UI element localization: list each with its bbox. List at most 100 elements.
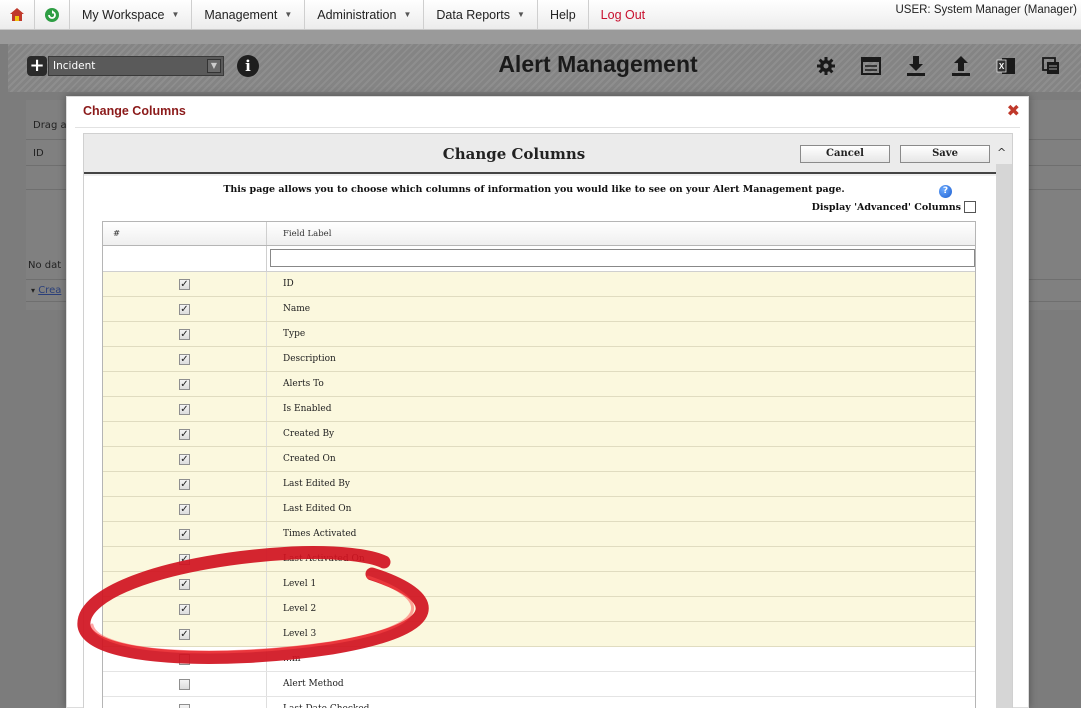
gear-icon[interactable]	[813, 53, 839, 79]
caret-down-icon: ▼	[171, 10, 180, 19]
header-number[interactable]: #	[103, 222, 267, 245]
row-checkbox-cell: ✓	[103, 522, 267, 546]
column-checkbox[interactable]: ✓	[179, 578, 190, 590]
column-label: Description	[283, 354, 336, 364]
column-checkbox[interactable]	[179, 678, 190, 690]
column-label: Alerts To	[283, 379, 324, 389]
column-checkbox[interactable]: ✓	[179, 428, 190, 440]
user-info: USER: System Manager (Manager)	[895, 4, 1077, 16]
grid-filter-row	[103, 246, 975, 272]
nav-data-reports[interactable]: Data Reports ▼	[424, 0, 538, 29]
field-label-filter[interactable]	[270, 249, 975, 267]
save-button[interactable]: Save	[900, 145, 990, 163]
column-row: …m	[103, 647, 975, 672]
row-checkbox-cell: ✓	[103, 597, 267, 621]
scrollbar[interactable]	[996, 164, 1012, 708]
column-checkbox[interactable]: ✓	[179, 403, 190, 415]
row-checkbox-cell	[103, 672, 267, 696]
dialog-title: Change Columns	[83, 104, 186, 118]
svg-text:X: X	[999, 62, 1005, 71]
row-checkbox-cell: ✓	[103, 572, 267, 596]
help-icon[interactable]: ?	[939, 185, 952, 198]
row-checkbox-cell: ✓	[103, 547, 267, 571]
change-columns-dialog: Change Columns ✖ Change Columns Cancel S…	[66, 96, 1029, 708]
column-checkbox[interactable]: ✓	[179, 378, 190, 390]
column-label: Created On	[283, 454, 336, 464]
column-checkbox[interactable]	[179, 703, 190, 708]
table-icon[interactable]	[858, 53, 884, 79]
cancel-button[interactable]: Cancel	[800, 145, 890, 163]
column-label: Level 1	[283, 579, 317, 589]
nav-help[interactable]: Help	[538, 0, 589, 29]
column-row: ✓ Last Edited On	[103, 497, 975, 522]
row-checkbox-cell: ✓	[103, 322, 267, 346]
column-checkbox[interactable]: ✓	[179, 603, 190, 615]
column-checkbox[interactable]: ✓	[179, 628, 190, 640]
column-label: Alert Method	[283, 679, 344, 689]
print-icon[interactable]	[1038, 53, 1064, 79]
refresh-icon[interactable]	[35, 0, 70, 29]
advanced-columns-checkbox[interactable]	[964, 201, 976, 213]
row-checkbox-cell: ✓	[103, 272, 267, 296]
row-checkbox-cell: ✓	[103, 347, 267, 371]
nav-logout[interactable]: Log Out	[589, 0, 657, 29]
row-checkbox-cell	[103, 647, 267, 671]
column-label: Last Activated On	[283, 554, 365, 564]
header-field-label[interactable]: Field Label	[267, 222, 331, 245]
column-label: ID	[283, 279, 294, 289]
frame-body: This page allows you to choose which col…	[84, 176, 996, 708]
column-checkbox[interactable]: ✓	[179, 303, 190, 315]
column-checkbox[interactable]: ✓	[179, 328, 190, 340]
row-checkbox-cell: ✓	[103, 447, 267, 471]
page-title: Alert Management	[498, 51, 698, 77]
column-checkbox[interactable]: ✓	[179, 503, 190, 515]
column-row: Last Date Checked	[103, 697, 975, 708]
column-row: ✓ ID	[103, 272, 975, 297]
row-checkbox-cell: ✓	[103, 422, 267, 446]
column-label: Type	[283, 329, 306, 339]
column-row: ✓ Alerts To	[103, 372, 975, 397]
create-link[interactable]: Crea	[38, 285, 61, 296]
nav-my-workspace[interactable]: My Workspace ▼	[70, 0, 193, 29]
close-icon[interactable]: ✖	[1007, 103, 1020, 119]
logout-label: Log Out	[600, 7, 646, 22]
column-row: Alert Method	[103, 672, 975, 697]
home-icon[interactable]	[0, 0, 35, 29]
column-checkbox[interactable]: ✓	[179, 553, 190, 565]
column-row: ✓ Created On	[103, 447, 975, 472]
excel-icon[interactable]: X	[993, 53, 1019, 79]
chevron-down-icon: ▼	[207, 59, 221, 73]
column-label: Level 2	[283, 604, 317, 614]
column-label: Last Edited By	[283, 479, 350, 489]
nav-administration[interactable]: Administration ▼	[305, 0, 425, 29]
column-label: Is Enabled	[283, 404, 332, 414]
column-row: ✓ Level 3	[103, 622, 975, 647]
info-icon[interactable]: i	[237, 55, 259, 77]
caret-down-icon: ▼	[284, 10, 293, 19]
column-row: ✓ Created By	[103, 422, 975, 447]
upload-icon[interactable]	[948, 53, 974, 79]
nav-management[interactable]: Management ▼	[192, 0, 306, 29]
column-row: ✓ Name	[103, 297, 975, 322]
column-row: ✓ Description	[103, 347, 975, 372]
column-checkbox[interactable]	[179, 653, 190, 665]
type-select[interactable]: Incident ▼	[48, 56, 224, 76]
column-checkbox[interactable]: ✓	[179, 353, 190, 365]
column-checkbox[interactable]: ✓	[179, 528, 190, 540]
column-row: ✓ Level 2	[103, 597, 975, 622]
grid-rows: ✓ ID ✓ Name ✓ Type ✓ Description ✓ Alerts To ✓ Is E…	[103, 272, 975, 708]
caret-down-icon: ▼	[517, 10, 525, 19]
column-checkbox[interactable]: ✓	[179, 478, 190, 490]
header-strip	[0, 30, 1081, 44]
download-icon[interactable]	[903, 53, 929, 79]
row-checkbox-cell: ✓	[103, 497, 267, 521]
column-row: ✓ Is Enabled	[103, 397, 975, 422]
column-checkbox[interactable]: ✓	[179, 453, 190, 465]
caret-down-icon: ▼	[403, 10, 412, 19]
description-text: This page allows you to choose which col…	[223, 184, 845, 195]
add-button[interactable]: +	[27, 56, 47, 76]
scroll-up-icon[interactable]: ^	[997, 146, 1006, 159]
advanced-columns-toggle[interactable]: Display 'Advanced' Columns	[812, 201, 976, 213]
advanced-columns-label: Display 'Advanced' Columns	[811, 201, 961, 213]
column-checkbox[interactable]: ✓	[179, 278, 190, 290]
